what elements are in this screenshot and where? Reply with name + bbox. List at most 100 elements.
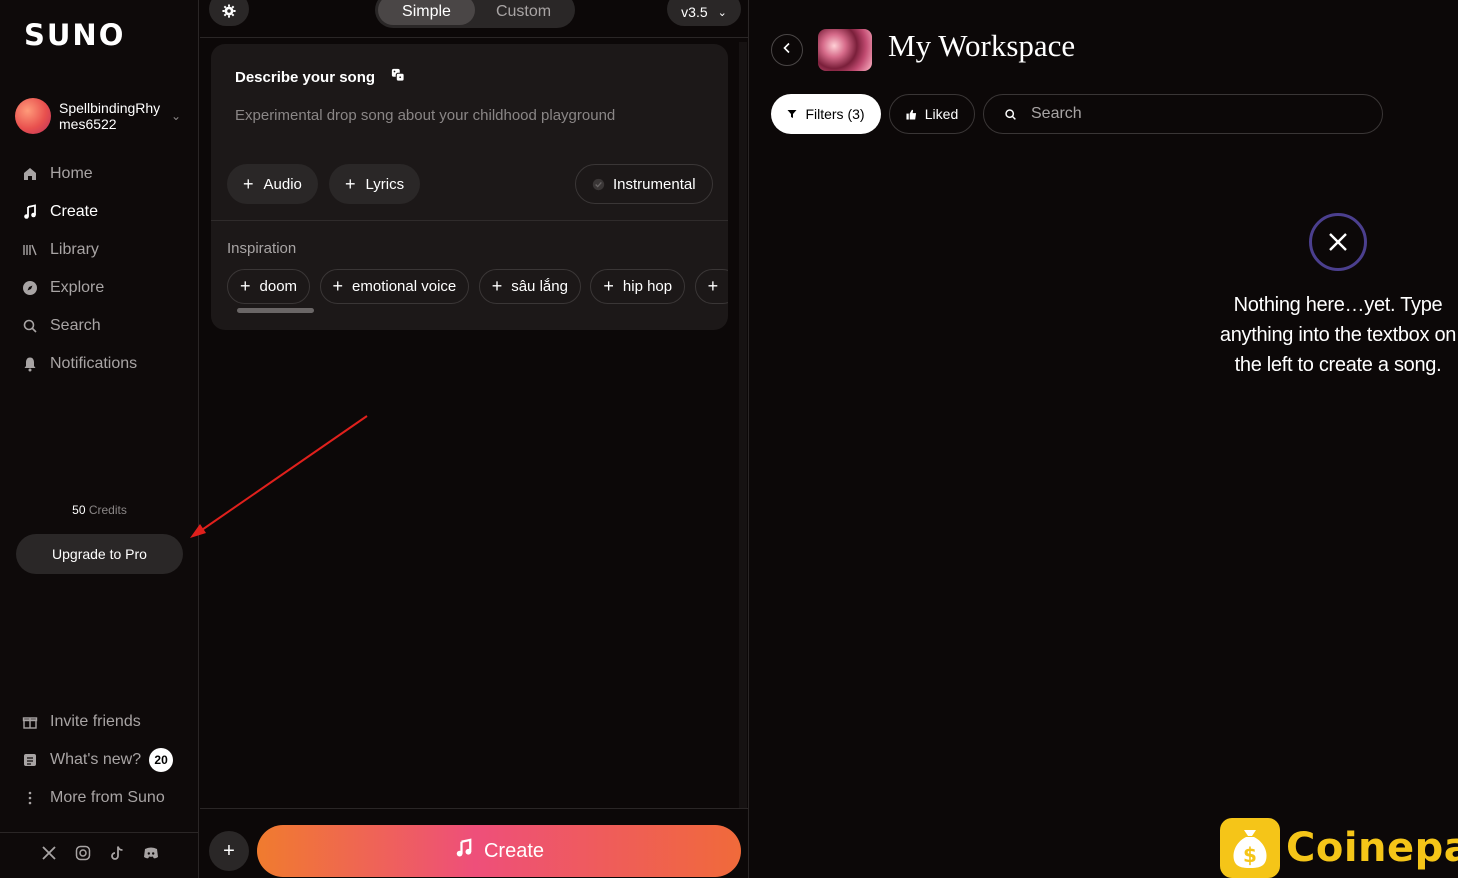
more-icon xyxy=(22,790,38,806)
plus-icon: + xyxy=(240,276,251,296)
plus-icon: + xyxy=(345,173,356,194)
empty-state-close-icon xyxy=(1309,213,1367,271)
suno-logo[interactable]: SUNO xyxy=(24,18,125,52)
filters-label: Filters (3) xyxy=(805,106,865,122)
sidebar-item-label: Explore xyxy=(50,279,105,296)
chip-label: hip hop xyxy=(622,278,673,295)
dice-icon[interactable] xyxy=(391,68,405,85)
user-name-line1: SpellbindingRhy xyxy=(59,100,161,116)
whats-new-badge: 20 xyxy=(149,748,174,772)
mode-simple[interactable]: Simple xyxy=(378,0,475,25)
plus-icon: + xyxy=(491,276,503,296)
search-input[interactable] xyxy=(1031,105,1371,123)
sidebar-item-notifications[interactable]: Notifications xyxy=(22,345,192,383)
add-audio-label: Audio xyxy=(263,175,302,193)
plus-icon: + xyxy=(332,276,344,296)
chip-doom[interactable]: + doom xyxy=(227,269,311,304)
check-circle-icon xyxy=(592,178,605,191)
composer-panel: Simple Custom v3.5 ⌄ Describe your song … xyxy=(200,0,749,878)
liked-button[interactable]: Liked xyxy=(889,94,975,134)
version-select[interactable]: v3.5 ⌄ xyxy=(667,0,741,26)
music-note-icon xyxy=(454,838,474,864)
bell-icon xyxy=(22,356,38,372)
song-description-input[interactable]: Experimental drop song about your childh… xyxy=(235,107,615,124)
create-button[interactable]: Create xyxy=(257,825,741,877)
x-icon[interactable] xyxy=(41,845,57,866)
add-lyrics-label: Lyrics xyxy=(365,175,405,193)
add-button[interactable]: + xyxy=(209,831,249,871)
chip-label: sâu lắng xyxy=(511,278,568,295)
sidebar-item-label: Create xyxy=(50,203,99,220)
music-note-icon xyxy=(22,204,38,220)
user-name: SpellbindingRhy mes6522 xyxy=(59,100,163,132)
sidebar-item-create[interactable]: Create xyxy=(22,193,192,231)
watermark-text: Coinepay xyxy=(1286,825,1458,871)
back-button[interactable] xyxy=(771,34,803,66)
page-title: My Workspace xyxy=(888,28,1076,63)
inspiration-label: Inspiration xyxy=(227,240,297,257)
sidebar-item-label: What's new? xyxy=(50,751,142,768)
divider xyxy=(200,808,749,809)
chips-scrollbar[interactable] xyxy=(237,308,314,313)
mode-custom[interactable]: Custom xyxy=(475,0,572,25)
describe-title-text: Describe your song xyxy=(235,69,376,86)
sidebar-item-library[interactable]: Library xyxy=(22,231,192,269)
sidebar-item-explore[interactable]: Explore xyxy=(22,269,192,307)
add-lyrics-button[interactable]: + Lyrics xyxy=(329,164,421,204)
chip-more[interactable]: + xyxy=(694,269,728,304)
sidebar-item-search[interactable]: Search xyxy=(22,307,192,345)
sidebar-item-label: Home xyxy=(50,165,93,182)
create-label: Create xyxy=(483,839,545,862)
divider xyxy=(200,37,749,38)
instagram-icon[interactable] xyxy=(75,845,91,866)
sidebar-item-more[interactable]: More from Suno xyxy=(22,779,192,817)
gift-icon xyxy=(22,714,38,730)
discord-icon[interactable] xyxy=(143,845,159,866)
tiktok-icon[interactable] xyxy=(109,845,125,866)
user-menu[interactable]: SpellbindingRhy mes6522 ⌄ xyxy=(15,97,190,135)
settings-button[interactable] xyxy=(209,0,249,26)
avatar xyxy=(15,98,51,134)
social-links xyxy=(0,832,199,878)
add-audio-button[interactable]: + Audio xyxy=(227,164,318,204)
workspace-thumbnail xyxy=(818,29,872,71)
svg-text:$: $ xyxy=(1243,843,1257,867)
app-root: SUNO SpellbindingRhy mes6522 ⌄ Home Crea… xyxy=(0,0,1458,878)
sidebar-item-invite[interactable]: Invite friends xyxy=(22,703,192,741)
sidebar-item-label: More from Suno xyxy=(50,789,165,806)
money-bag-icon: $ xyxy=(1220,818,1280,878)
filters-button[interactable]: Filters (3) xyxy=(771,94,881,134)
chip-sau-lang[interactable]: + sâu lắng xyxy=(478,269,581,304)
mode-toggle: Simple Custom xyxy=(375,0,575,28)
describe-title: Describe your song xyxy=(235,68,405,86)
chip-label: emotional voice xyxy=(352,278,457,295)
describe-card: Describe your song Experimental drop son… xyxy=(211,44,728,330)
sidebar-item-home[interactable]: Home xyxy=(22,155,192,193)
plus-icon: + xyxy=(707,276,719,296)
sidebar-item-label: Library xyxy=(50,241,99,258)
chip-hip-hop[interactable]: + hip hop xyxy=(590,269,686,304)
sidebar-item-label: Search xyxy=(50,317,101,334)
instrumental-toggle[interactable]: Instrumental xyxy=(575,164,713,204)
plus-icon: + xyxy=(603,276,614,296)
library-icon xyxy=(22,242,38,258)
upgrade-button[interactable]: Upgrade to Pro xyxy=(16,534,183,574)
search-icon xyxy=(22,318,38,334)
sidebar-item-whats-new[interactable]: What's new? 20 xyxy=(22,741,192,779)
chip-emotional-voice[interactable]: + emotional voice xyxy=(319,269,470,304)
sidebar-nav: Home Create Library Explore Search Notif… xyxy=(22,155,192,383)
sidebar: SUNO SpellbindingRhy mes6522 ⌄ Home Crea… xyxy=(0,0,199,878)
compass-icon xyxy=(22,280,38,296)
divider xyxy=(211,220,728,221)
gear-icon xyxy=(222,3,236,23)
credits-counter: 50 Credits xyxy=(0,503,199,517)
news-icon xyxy=(22,752,38,768)
thumbs-up-icon xyxy=(906,109,917,120)
sidebar-item-label: Invite friends xyxy=(50,713,141,730)
sidebar-bottom-nav: Invite friends What's new? 20 More from … xyxy=(22,703,192,817)
inspiration-chips: + doom + emotional voice + sâu lắng + hip ho… xyxy=(227,269,728,305)
plus-icon: + xyxy=(223,839,235,862)
workspace-search xyxy=(983,94,1383,134)
liked-label: Liked xyxy=(924,106,959,122)
composer-scrollbar[interactable] xyxy=(739,42,747,808)
